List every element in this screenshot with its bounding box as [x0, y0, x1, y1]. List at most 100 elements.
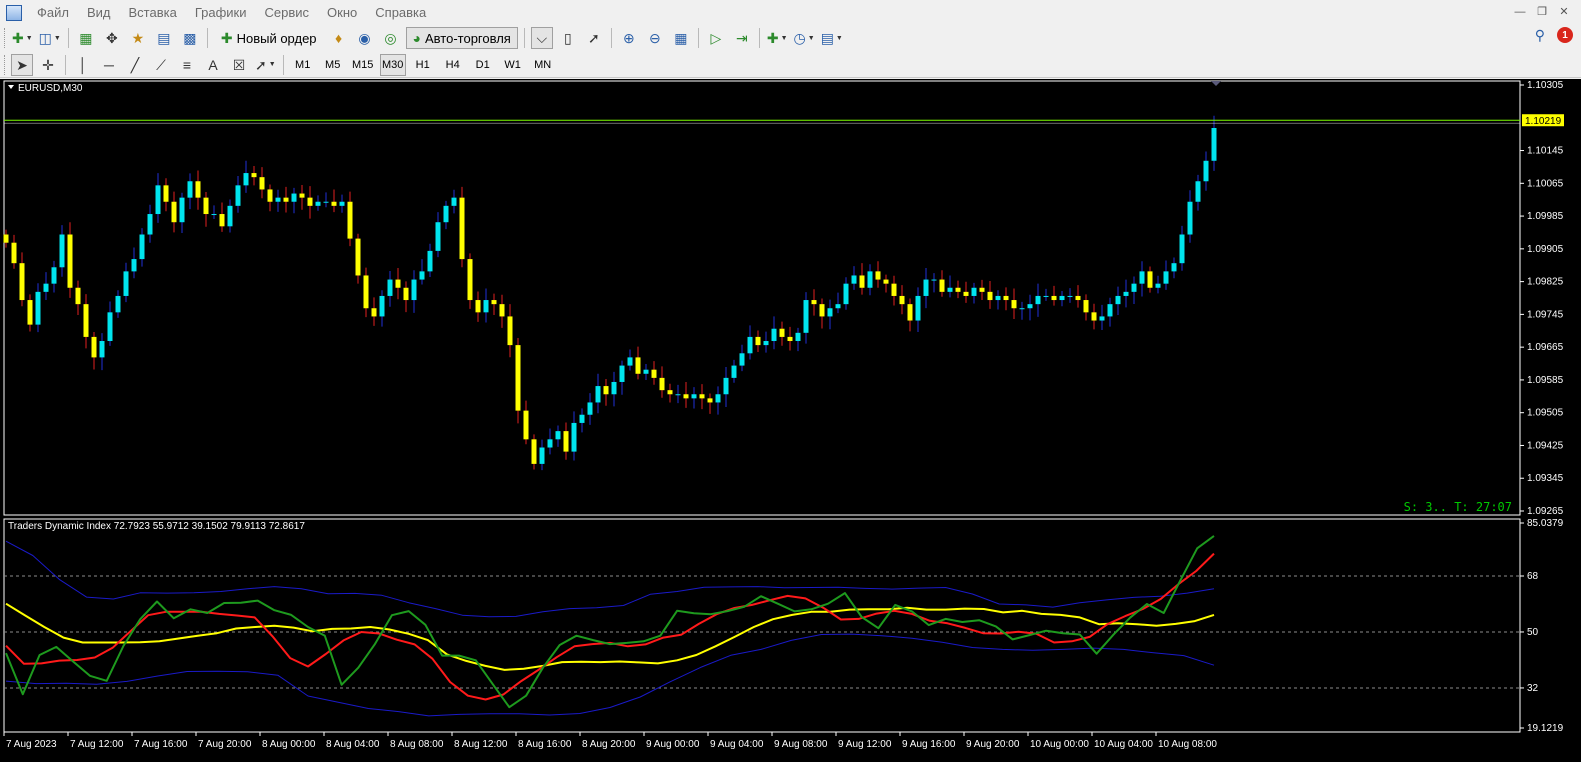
vps-button[interactable]: ◎ — [380, 27, 402, 49]
time-tick-label: 10 Aug 08:00 — [1158, 739, 1217, 750]
candle-body — [899, 295, 905, 305]
horizontal-line-button[interactable]: ─ — [98, 54, 120, 76]
timeframe-w1-button[interactable]: W1 — [500, 54, 526, 76]
new-order-button[interactable]: ✚ Новый ордер — [214, 27, 324, 49]
bar-chart-button[interactable]: ⌵ — [530, 27, 553, 49]
timeframe-m5-button[interactable]: M5 — [320, 54, 346, 76]
navigator-button[interactable]: ★ — [127, 27, 149, 49]
candle-body — [995, 295, 1001, 301]
timeframe-m15-button[interactable]: M15 — [350, 54, 376, 76]
notification-badge[interactable]: 1 — [1557, 27, 1573, 43]
chart-menu-triangle-icon[interactable] — [8, 85, 14, 89]
autotrading-button[interactable]: ◕ Авто-торговля — [405, 27, 518, 49]
trendline-button[interactable]: ╱ — [124, 54, 146, 76]
time-tick-label: 9 Aug 00:00 — [646, 739, 700, 750]
profiles-icon: ◫ — [38, 30, 52, 46]
search-icon[interactable]: ⚲ — [1535, 28, 1545, 42]
menu-insert[interactable]: Вставка — [120, 0, 186, 25]
app-icon[interactable] — [6, 4, 22, 21]
candle-body — [1059, 295, 1065, 301]
terminal-icon: ▤ — [157, 30, 171, 46]
minimize-icon[interactable]: — — [1511, 4, 1529, 20]
zoom-in-button[interactable]: ⊕ — [618, 27, 640, 49]
chart-shift-marker-icon[interactable] — [1211, 81, 1221, 86]
candle-body — [627, 357, 633, 366]
fibonacci-button[interactable]: ≡ — [176, 54, 198, 76]
tdi-rsi-line — [5, 535, 1215, 709]
candlestick-button[interactable]: ▯ — [557, 27, 579, 49]
timeframe-mn-button[interactable]: MN — [530, 54, 556, 76]
timeframe-m1-button[interactable]: M1 — [290, 54, 316, 76]
timeframe-h1-button[interactable]: H1 — [410, 54, 436, 76]
terminal-button[interactable]: ▤ — [153, 27, 175, 49]
toolbar-separator — [610, 28, 612, 48]
timeframe-d1-button[interactable]: D1 — [470, 54, 496, 76]
candle-body — [35, 291, 41, 325]
candle-body — [571, 422, 577, 452]
line-chart-button[interactable]: ➚ — [583, 27, 605, 49]
trendline-icon: ╱ — [130, 56, 140, 73]
candle-body — [19, 263, 25, 301]
candle-body — [1107, 304, 1113, 317]
timeframe-m30-button[interactable]: M30 — [379, 53, 406, 76]
toolbar-separator — [523, 28, 525, 48]
candle-body — [1091, 312, 1097, 321]
chart-window[interactable]: 1.10219 1.10305 1.10145 1.10065 1.09985 1.09… — [0, 79, 1581, 762]
chart-shift-icon: ⇥ — [735, 30, 748, 46]
candle-body — [379, 295, 385, 317]
new-chart-button[interactable]: ✚ ▼ — [11, 27, 34, 49]
candle-body — [979, 287, 985, 292]
candle-body — [451, 197, 457, 206]
templates-button[interactable]: ▤ ▼ — [820, 27, 844, 49]
tester-icon: ▩ — [183, 30, 197, 46]
vertical-line-button[interactable]: │ — [72, 54, 94, 76]
menu-file[interactable]: Файл — [28, 0, 78, 25]
candle-body — [819, 304, 825, 317]
chart-canvas[interactable]: 1.10219 1.10305 1.10145 1.10065 1.09985 1.09… — [0, 79, 1581, 762]
close-icon[interactable]: ✕ — [1555, 4, 1573, 20]
metaeditor-button[interactable]: ♦ — [328, 27, 350, 49]
fibonacci-icon: ≡ — [182, 56, 192, 73]
market-watch-button[interactable]: ▦ — [75, 27, 97, 49]
candle-body — [739, 353, 745, 366]
menu-view[interactable]: Вид — [78, 0, 120, 25]
crosshair-button[interactable]: ✛ — [37, 54, 59, 76]
text-button[interactable]: A — [202, 54, 224, 76]
new-order-label: Новый ордер — [236, 30, 317, 46]
zoom-out-button[interactable]: ⊖ — [644, 27, 666, 49]
data-window-button[interactable]: ✥ — [101, 27, 123, 49]
notification-area: ⚲ 1 — [1535, 27, 1573, 43]
candle-body — [395, 279, 401, 288]
restore-icon[interactable]: ❐ — [1533, 4, 1551, 20]
menu-help[interactable]: Справка — [366, 0, 435, 25]
menu-bar: Файл Вид Вставка Графики Сервис Окно Спр… — [0, 0, 1581, 25]
signals-button[interactable]: ◉ — [354, 27, 376, 49]
timeframe-h4-button[interactable]: H4 — [440, 54, 466, 76]
candle-body — [971, 287, 977, 296]
candle-body — [683, 394, 689, 399]
toolbar-separator — [206, 28, 208, 48]
toolbar-grip[interactable] — [4, 54, 7, 75]
candle-body — [907, 304, 913, 321]
text-label-button[interactable]: ☒ — [228, 54, 250, 76]
indicators-button[interactable]: ✚ ▼ — [766, 27, 789, 49]
menu-window[interactable]: Окно — [318, 0, 366, 25]
menu-tools[interactable]: Сервис — [256, 0, 319, 25]
cursor-button[interactable]: ➤ — [11, 53, 33, 76]
periods-button[interactable]: ◷ ▼ — [793, 27, 816, 49]
time-tick-label: 8 Aug 00:00 — [262, 739, 316, 750]
equidistant-channel-button[interactable]: ⟋ — [150, 54, 172, 76]
broadcast-icon: ◎ — [384, 30, 397, 46]
menu-charts[interactable]: Графики — [186, 0, 256, 25]
chevron-down-icon: ▼ — [25, 34, 33, 42]
candle-body — [867, 271, 873, 288]
toolbar-grip[interactable] — [4, 28, 7, 48]
arrows-button[interactable]: ➚ ▼ — [254, 54, 277, 76]
strategy-tester-button[interactable]: ▩ — [179, 27, 201, 49]
autoscroll-button[interactable]: ▷ — [705, 27, 727, 49]
tdi-upper-band-line — [5, 540, 1215, 618]
tile-windows-button[interactable]: ▦ — [670, 27, 692, 49]
candle-body — [947, 287, 953, 292]
chart-shift-button[interactable]: ⇥ — [731, 27, 753, 49]
profiles-button[interactable]: ◫ ▼ — [38, 27, 62, 49]
